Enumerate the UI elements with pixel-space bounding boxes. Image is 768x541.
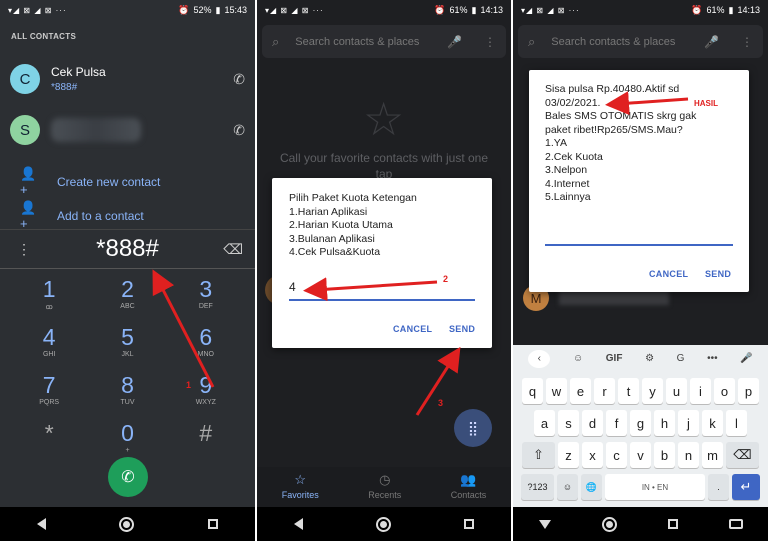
ussd-menu-screen: ▾◢ ⊠ ◢ ⊠ ··· ⏰ 61% ▮ 14:13 ⌕ Search cont… (257, 0, 511, 541)
key-y[interactable]: y (642, 378, 663, 404)
key-o[interactable]: o (714, 378, 735, 404)
dialer-screen: ▾◢ ⊠ ◢ ⊠ ··· ⏰ 52% ▮ 15:43 ALL CONTACTS … (0, 0, 255, 541)
collapse-toolbar-icon[interactable]: ‹ (528, 349, 551, 368)
key-d[interactable]: d (582, 410, 603, 436)
tab-favorites[interactable]: ☆ Favorites (282, 467, 319, 507)
navigation-bar (257, 507, 511, 541)
mic-icon[interactable]: 🎤 (740, 353, 752, 364)
navigation-bar (0, 507, 255, 541)
annotation-arrows (303, 277, 461, 416)
settings-icon[interactable]: ⚙ (645, 353, 654, 364)
key-v[interactable]: v (630, 442, 651, 468)
annotation-label: HASIL (694, 99, 718, 108)
ussd-result-screen: ▾◢ ⊠ ◢ ⊠ ··· ⏰ 61% ▮ 14:13 ⌕ Search cont… (513, 0, 768, 541)
key-n[interactable]: n (678, 442, 699, 468)
dialpad-icon: ⣿ (467, 419, 479, 436)
key-r[interactable]: r (594, 378, 615, 404)
navigation-bar (513, 507, 768, 541)
key-m[interactable]: m (702, 442, 723, 468)
key-e[interactable]: e (570, 378, 591, 404)
keyboard-row-2: a s d f g h j k l (513, 410, 768, 436)
tab-label: Favorites (281, 490, 319, 500)
key-s[interactable]: s (558, 410, 579, 436)
key-w[interactable]: w (546, 378, 567, 404)
keyboard-row-4: ?123 ☺ 🌐 IN • EN . ↵ (513, 474, 768, 500)
bottom-navigation: ☆ Favorites ◷ Recents 👥 Contacts (257, 467, 511, 507)
annotation-arrow-1 (152, 269, 215, 388)
key-h[interactable]: h (654, 410, 675, 436)
key-t[interactable]: t (618, 378, 639, 404)
annotation-label: 3 (438, 398, 444, 408)
key-f[interactable]: f (606, 410, 627, 436)
keyboard-row-1: q w e r t y u i o p (513, 378, 768, 404)
annotation-label: 2 (443, 274, 449, 284)
key-k[interactable]: k (702, 410, 723, 436)
recent-apps-icon[interactable] (464, 519, 475, 529)
key-q[interactable]: q (522, 378, 543, 404)
keyboard-switch-icon[interactable] (728, 519, 743, 529)
onscreen-keyboard: ‹ ☺ GIF ⚙ G ••• 🎤 q w e r t y u i o p a … (513, 345, 768, 507)
backspace-key[interactable]: ⌫ (726, 442, 759, 468)
key-a[interactable]: a (534, 410, 555, 436)
keyboard-row-3: ⇧ z x c v b n m ⌫ (513, 442, 768, 468)
star-icon: ☆ (294, 472, 307, 487)
back-icon[interactable] (36, 518, 46, 530)
language-key[interactable]: 🌐 (581, 474, 602, 500)
tab-label: Recents (368, 490, 402, 500)
sticker-icon[interactable]: ☺ (573, 353, 583, 364)
hide-keyboard-icon[interactable] (538, 519, 551, 529)
shift-key[interactable]: ⇧ (522, 442, 555, 468)
clock-icon: ◷ (379, 472, 391, 487)
symbols-key[interactable]: ?123 (521, 474, 554, 500)
emoji-key[interactable]: ☺ (557, 474, 578, 500)
space-key[interactable]: IN • EN (605, 474, 705, 500)
key-l[interactable]: l (726, 410, 747, 436)
key-u[interactable]: u (666, 378, 687, 404)
period-key[interactable]: . (708, 474, 729, 500)
keyboard-toolbar: ‹ ☺ GIF ⚙ G ••• 🎤 (513, 345, 768, 372)
key-p[interactable]: p (738, 378, 759, 404)
key-z[interactable]: z (558, 442, 579, 468)
recent-apps-icon[interactable] (208, 519, 219, 529)
recent-apps-icon[interactable] (667, 519, 678, 529)
key-j[interactable]: j (678, 410, 699, 436)
dialpad-button[interactable]: ⣿ (454, 409, 492, 447)
home-icon[interactable] (601, 516, 617, 532)
tab-label: Contacts (450, 490, 487, 500)
home-icon[interactable] (375, 516, 391, 532)
key-b[interactable]: b (654, 442, 675, 468)
home-icon[interactable] (119, 516, 135, 532)
tab-contacts[interactable]: 👥 Contacts (451, 467, 487, 507)
key-g[interactable]: g (630, 410, 651, 436)
more-icon[interactable]: ••• (707, 353, 718, 364)
back-icon[interactable] (293, 518, 303, 530)
gif-button[interactable]: GIF (606, 353, 623, 364)
translate-icon[interactable]: G (677, 353, 685, 364)
annotation-label: 1 (186, 380, 192, 390)
enter-key[interactable]: ↵ (732, 474, 760, 500)
tab-recents[interactable]: ◷ Recents (368, 467, 401, 507)
key-c[interactable]: c (606, 442, 627, 468)
key-i[interactable]: i (690, 378, 711, 404)
key-x[interactable]: x (582, 442, 603, 468)
people-icon: 👥 (460, 472, 477, 487)
